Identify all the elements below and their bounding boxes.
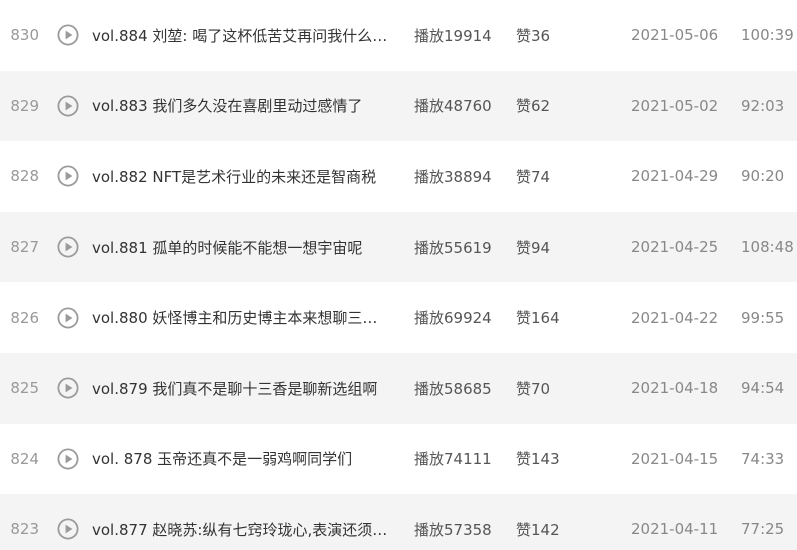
like-count: 赞62	[516, 97, 551, 116]
list-item[interactable]: 828 vol.882 NFT是艺术行业的未来还是智商税 播放38894 赞74…	[0, 141, 797, 212]
episode-date: 2021-05-02	[631, 96, 719, 115]
play-circle-icon[interactable]	[57, 448, 79, 470]
list-item[interactable]: 830 vol.884 刘堃: 喝了这杯低苦艾再问我什么… 播放19914 赞3…	[0, 0, 797, 71]
like-count: 赞164	[516, 309, 560, 328]
list-item[interactable]: 827 vol.881 孤单的时候能不能想一想宇宙呢 播放55619 赞94 2…	[0, 211, 797, 283]
episode-date: 2021-04-15	[631, 449, 719, 468]
episode-duration: 99:55	[741, 308, 785, 327]
episode-duration: 90:20	[741, 167, 785, 186]
episode-date: 2021-05-06	[631, 26, 719, 45]
episode-duration: 94:54	[741, 379, 785, 398]
like-count: 赞143	[516, 450, 560, 469]
play-count: 播放69924	[414, 309, 492, 328]
play-count: 播放38894	[414, 167, 492, 186]
play-count: 播放74111	[414, 450, 492, 469]
episode-number: 825	[10, 379, 39, 398]
play-circle-icon[interactable]	[57, 307, 79, 329]
list-item[interactable]: 823 vol.877 赵晓苏:纵有七窍玲珑心,表演还须… 播放57358 赞1…	[0, 494, 797, 550]
like-count: 赞36	[516, 26, 551, 45]
play-count: 播放58685	[414, 379, 492, 398]
list-item[interactable]: 829 vol.883 我们多久没在喜剧里动过感情了 播放48760 赞62 2…	[0, 70, 797, 142]
episode-number: 828	[10, 167, 39, 186]
episode-number: 826	[10, 308, 39, 327]
episode-number: 829	[10, 96, 39, 115]
episode-title[interactable]: vol.880 妖怪博主和历史博主本来想聊三…	[92, 307, 390, 328]
play-circle-icon[interactable]	[57, 24, 79, 46]
episode-title[interactable]: vol.883 我们多久没在喜剧里动过感情了	[92, 95, 390, 116]
episode-title[interactable]: vol. 878 玉帝还真不是一弱鸡啊同学们	[92, 448, 390, 469]
play-count: 播放19914	[414, 26, 492, 45]
list-item[interactable]: 824 vol. 878 玉帝还真不是一弱鸡啊同学们 播放74111 赞143 …	[0, 423, 797, 495]
episode-date: 2021-04-11	[631, 520, 719, 539]
list-item[interactable]: 825 vol.879 我们真不是聊十三香是聊新选组啊 播放58685 赞70 …	[0, 352, 797, 424]
episode-duration: 77:25	[741, 520, 785, 539]
like-count: 赞142	[516, 520, 560, 539]
play-circle-icon[interactable]	[57, 95, 79, 117]
play-count: 播放48760	[414, 97, 492, 116]
like-count: 赞74	[516, 167, 551, 186]
like-count: 赞94	[516, 238, 551, 257]
play-circle-icon[interactable]	[57, 518, 79, 540]
play-circle-icon[interactable]	[57, 377, 79, 399]
episode-title[interactable]: vol.879 我们真不是聊十三香是聊新选组啊	[92, 378, 390, 399]
play-count: 播放55619	[414, 238, 492, 257]
episode-date: 2021-04-18	[631, 379, 719, 398]
episode-title[interactable]: vol.884 刘堃: 喝了这杯低苦艾再问我什么…	[92, 25, 390, 46]
play-circle-icon[interactable]	[57, 236, 79, 258]
episode-number: 824	[10, 449, 39, 468]
episode-title[interactable]: vol.881 孤单的时候能不能想一想宇宙呢	[92, 237, 390, 258]
episode-title[interactable]: vol.877 赵晓苏:纵有七窍玲珑心,表演还须…	[92, 519, 390, 540]
episode-date: 2021-04-25	[631, 238, 719, 257]
episode-title[interactable]: vol.882 NFT是艺术行业的未来还是智商税	[92, 166, 390, 187]
episode-duration: 100:39	[741, 26, 794, 45]
like-count: 赞70	[516, 379, 551, 398]
episode-duration: 92:03	[741, 96, 785, 115]
episode-date: 2021-04-22	[631, 308, 719, 327]
episode-number: 827	[10, 238, 39, 257]
play-count: 播放57358	[414, 520, 492, 539]
episode-duration: 108:48	[741, 238, 794, 257]
episode-number: 830	[10, 26, 39, 45]
episode-date: 2021-04-29	[631, 167, 719, 186]
episode-duration: 74:33	[741, 449, 785, 468]
episode-number: 823	[10, 520, 39, 539]
play-circle-icon[interactable]	[57, 165, 79, 187]
list-item[interactable]: 826 vol.880 妖怪博主和历史博主本来想聊三… 播放69924 赞164…	[0, 282, 797, 353]
episode-list: 830 vol.884 刘堃: 喝了这杯低苦艾再问我什么… 播放19914 赞3…	[0, 0, 797, 550]
